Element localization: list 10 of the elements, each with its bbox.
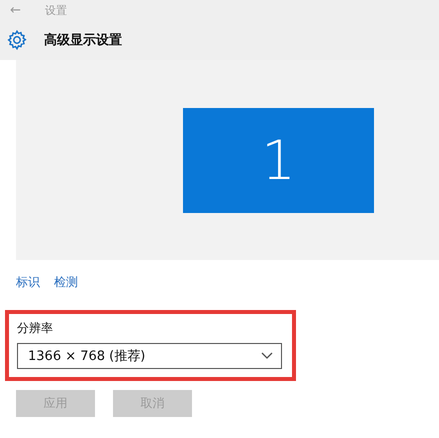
settings-icon [6, 29, 28, 51]
resolution-dropdown[interactable]: 1366 × 768 (推荐) [17, 343, 282, 369]
link[interactable]: 检测 [54, 274, 78, 298]
resolution-label: 分辨率 [17, 320, 54, 337]
header-title: 设置 [44, 2, 67, 18]
monitor-tile[interactable]: 1 [183, 108, 374, 212]
page-title: 高级显示设置 [44, 32, 122, 49]
back-button[interactable]: ← [10, 2, 21, 18]
chevron-icon [261, 352, 273, 360]
link[interactable]: 标识 [16, 274, 40, 298]
